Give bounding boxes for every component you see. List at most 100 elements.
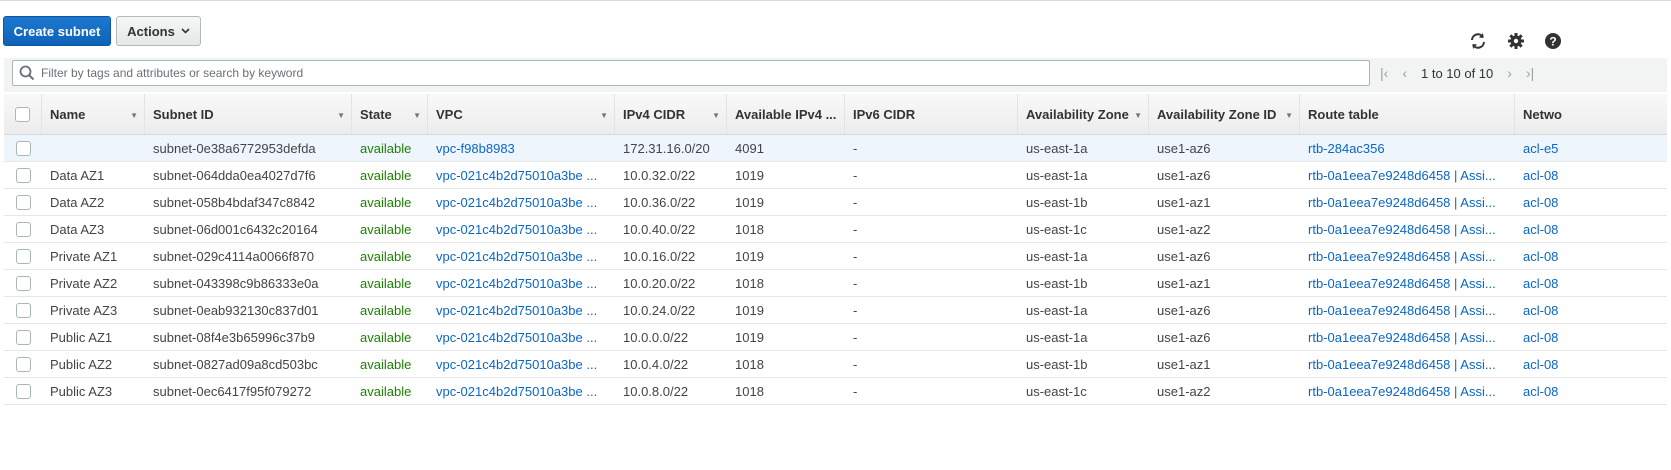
row-checkbox[interactable] [4, 324, 42, 350]
cell-vpc[interactable]: vpc-021c4b2d75010a3be ... [428, 270, 615, 296]
cell-network-acl[interactable]: acl-08 [1515, 351, 1667, 377]
cell-availability-zone: us-east-1c [1026, 383, 1087, 399]
search-input[interactable]: Filter by tags and attributes or search … [12, 60, 1370, 86]
cell-ipv6-cidr: - [853, 167, 858, 183]
row-checkbox-box[interactable] [15, 275, 31, 291]
row-checkbox[interactable] [4, 270, 42, 296]
column-subnet-id[interactable]: Subnet ID ▼ [145, 94, 352, 134]
cell-network-acl[interactable]: acl-08 [1515, 324, 1667, 350]
cell-route-table[interactable]: rtb-0a1eea7e9248d6458 | Assi... [1300, 297, 1515, 323]
table-row[interactable]: Private AZ2 subnet-043398c9b86333e0a avail… [4, 270, 1667, 297]
cell-vpc[interactable]: vpc-021c4b2d75010a3be ... [428, 189, 615, 215]
gear-icon[interactable] [1505, 30, 1527, 52]
refresh-icon[interactable] [1467, 30, 1489, 52]
search-placeholder: Filter by tags and attributes or search … [41, 66, 304, 80]
cell-network-acl[interactable]: acl-e5 [1515, 135, 1667, 161]
cell-vpc[interactable]: vpc-021c4b2d75010a3be ... [428, 216, 615, 242]
cell-ipv4-cidr: 10.0.24.0/22 [623, 302, 696, 318]
cell-route-table[interactable]: rtb-0a1eea7e9248d6458 | Assi... [1300, 378, 1515, 404]
cell-route-table[interactable]: rtb-0a1eea7e9248d6458 | Assi... [1300, 216, 1515, 242]
table-row[interactable]: Data AZ1 subnet-064dda0ea4027d7f6 availabl… [4, 162, 1667, 189]
cell-state: available [360, 356, 412, 372]
row-checkbox-box[interactable] [15, 302, 31, 318]
cell-route-table[interactable]: rtb-0a1eea7e9248d6458 | Assi... [1300, 243, 1515, 269]
column-route-table[interactable]: Route table [1300, 94, 1515, 134]
cell-vpc[interactable]: vpc-021c4b2d75010a3be ... [428, 297, 615, 323]
cell-ipv4-cidr: 10.0.32.0/22 [623, 167, 696, 183]
column-ipv6-cidr[interactable]: IPv6 CIDR [845, 94, 1018, 134]
row-checkbox-box[interactable] [15, 221, 31, 237]
cell-network-acl[interactable]: acl-08 [1515, 297, 1667, 323]
cell-availability-zone: us-east-1b [1026, 275, 1088, 291]
first-page-icon[interactable]: |‹ [1380, 65, 1388, 81]
table-row[interactable]: Private AZ3 subnet-0eab932130c837d01 avail… [4, 297, 1667, 324]
column-vpc[interactable]: VPC ▼ [428, 94, 615, 134]
table-row[interactable]: Public AZ2 subnet-0827ad09a8cd503bc availa… [4, 351, 1667, 378]
cell-route-table[interactable]: rtb-0a1eea7e9248d6458 | Assi... [1300, 351, 1515, 377]
row-checkbox[interactable] [4, 351, 42, 377]
cell-vpc[interactable]: vpc-021c4b2d75010a3be ... [428, 378, 615, 404]
table-row[interactable]: Private AZ1 subnet-029c4114a0066f870 avail… [4, 243, 1667, 270]
row-checkbox[interactable] [4, 189, 42, 215]
create-subnet-button[interactable]: Create subnet [3, 16, 111, 46]
pagination-text: 1 to 10 of 10 [1420, 65, 1494, 81]
row-checkbox-box[interactable] [15, 248, 31, 264]
cell-vpc[interactable]: vpc-021c4b2d75010a3be ... [428, 351, 615, 377]
last-page-icon[interactable]: ›| [1526, 65, 1534, 81]
row-checkbox[interactable] [4, 297, 42, 323]
row-checkbox-box[interactable] [15, 356, 31, 372]
row-checkbox-box[interactable] [15, 194, 31, 210]
table-row[interactable]: subnet-0e38a6772953defda available vpc-f98… [4, 135, 1667, 162]
next-page-icon[interactable]: › [1507, 65, 1512, 81]
cell-route-table[interactable]: rtb-0a1eea7e9248d6458 | Assi... [1300, 270, 1515, 296]
cell-availability-zone-id: use1-az6 [1157, 167, 1211, 183]
cell-vpc[interactable]: vpc-021c4b2d75010a3be ... [428, 324, 615, 350]
cell-network-acl[interactable]: acl-08 [1515, 243, 1667, 269]
column-ipv4-cidr[interactable]: IPv4 CIDR ▼ [615, 94, 727, 134]
cell-state: available [360, 383, 412, 399]
cell-vpc[interactable]: vpc-f98b8983 [428, 135, 615, 161]
help-icon[interactable]: ? [1542, 30, 1564, 52]
cell-route-table[interactable]: rtb-0a1eea7e9248d6458 | Assi... [1300, 162, 1515, 188]
row-checkbox[interactable] [4, 243, 42, 269]
row-checkbox[interactable] [4, 378, 42, 404]
cell-network-acl[interactable]: acl-08 [1515, 270, 1667, 296]
row-checkbox[interactable] [4, 216, 42, 242]
row-checkbox[interactable] [4, 135, 42, 161]
row-checkbox-box[interactable] [15, 329, 31, 345]
column-state[interactable]: State ▼ [352, 94, 428, 134]
cell-network-acl[interactable]: acl-08 [1515, 162, 1667, 188]
cell-availability-zone-id: use1-az6 [1157, 140, 1211, 156]
select-all-checkbox[interactable] [4, 94, 42, 134]
table-row[interactable]: Public AZ3 subnet-0ec6417f95f079272 availa… [4, 378, 1667, 405]
row-checkbox-box[interactable] [15, 167, 31, 183]
row-checkbox-box[interactable] [15, 383, 31, 399]
filter-bar: Filter by tags and attributes or search … [4, 58, 1667, 92]
column-available-ipv4[interactable]: Available IPv4 ... [727, 94, 845, 134]
cell-network-acl[interactable]: acl-08 [1515, 189, 1667, 215]
cell-vpc[interactable]: vpc-021c4b2d75010a3be ... [428, 243, 615, 269]
column-name[interactable]: Name ▼ [42, 94, 145, 134]
cell-route-table[interactable]: rtb-284ac356 [1300, 135, 1515, 161]
cell-availability-zone: us-east-1c [1026, 221, 1087, 237]
actions-button[interactable]: Actions [116, 16, 201, 46]
subnets-table: Name ▼ Subnet ID ▼ State ▼ VPC ▼ IPv4 CIDR ▼ … [4, 94, 1667, 405]
table-row[interactable]: Data AZ3 subnet-06d001c6432c20164 availabl… [4, 216, 1667, 243]
cell-network-acl[interactable]: acl-08 [1515, 378, 1667, 404]
cell-state: available [360, 248, 412, 264]
cell-network-acl[interactable]: acl-08 [1515, 216, 1667, 242]
cell-route-table[interactable]: rtb-0a1eea7e9248d6458 | Assi... [1300, 189, 1515, 215]
column-availability-zone-id[interactable]: Availability Zone ID ▼ [1149, 94, 1300, 134]
prev-page-icon[interactable]: ‹ [1402, 65, 1407, 81]
cell-vpc[interactable]: vpc-021c4b2d75010a3be ... [428, 162, 615, 188]
row-checkbox-box[interactable] [15, 140, 31, 156]
table-row[interactable]: Data AZ2 subnet-058b4bdaf347c8842 availabl… [4, 189, 1667, 216]
table-row[interactable]: Public AZ1 subnet-08f4e3b65996c37b9 availa… [4, 324, 1667, 351]
top-divider [0, 0, 1671, 1]
column-network-acl[interactable]: Netwo [1515, 94, 1667, 134]
cell-available-ipv4: 1019 [735, 167, 764, 183]
column-availability-zone[interactable]: Availability Zone ▼ [1018, 94, 1149, 134]
row-checkbox[interactable] [4, 162, 42, 188]
cell-ipv6-cidr: - [853, 383, 858, 399]
cell-route-table[interactable]: rtb-0a1eea7e9248d6458 | Assi... [1300, 324, 1515, 350]
